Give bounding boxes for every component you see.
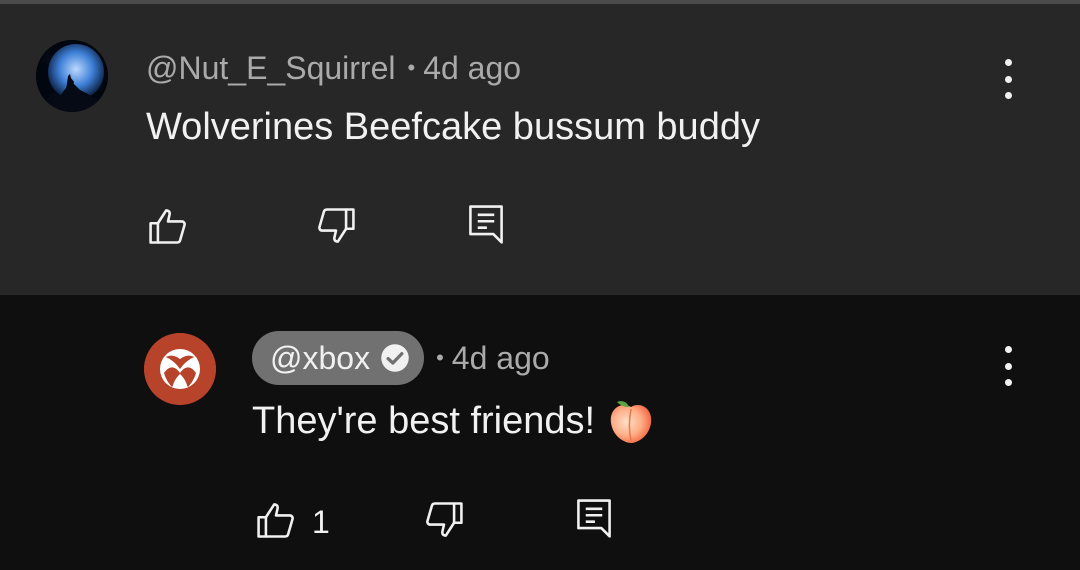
like-count: 1: [312, 504, 330, 540]
creator-handle-badge[interactable]: @xbox: [252, 331, 425, 385]
more-vert-icon[interactable]: [996, 59, 1020, 99]
thumbs-up-icon: [149, 209, 186, 244]
xbox-logo-icon: [144, 333, 216, 405]
author-handle[interactable]: @Nut_E_Squirrel: [146, 50, 395, 87]
more-vert-icon[interactable]: [996, 346, 1020, 386]
thumbs-down-icon: [426, 502, 463, 537]
dislike-button[interactable]: [314, 204, 358, 248]
like-button[interactable]: [146, 204, 190, 248]
author-handle: @xbox: [270, 339, 371, 376]
reply-icon: [469, 205, 503, 244]
thumbs-up-icon: [257, 503, 294, 538]
comment-header: @Nut_E_Squirrel • 4d ago: [146, 48, 521, 88]
comment-time[interactable]: 4d ago: [423, 50, 521, 87]
peach-emoji-icon: [610, 401, 652, 443]
separator-dot: •: [436, 345, 444, 370]
avatar[interactable]: [144, 333, 216, 405]
comment-text: Wolverines Beefcake bussum buddy: [146, 105, 760, 148]
reply-icon: [577, 499, 611, 538]
verified-check-icon: [381, 344, 409, 372]
wolf-moon-icon: [36, 40, 108, 112]
like-button[interactable]: [254, 498, 298, 542]
reply-text-row: They're best friends!: [252, 398, 655, 444]
avatar[interactable]: [36, 40, 108, 112]
comment-time[interactable]: 4d ago: [452, 340, 550, 377]
reply-button[interactable]: [572, 496, 616, 540]
dislike-button[interactable]: [422, 498, 466, 542]
reply-text: They're best friends!: [252, 399, 596, 442]
thumbs-down-icon: [318, 208, 355, 243]
reply-button[interactable]: [464, 202, 508, 246]
separator-dot: •: [407, 55, 416, 80]
reply-header: @xbox • 4d ago: [252, 331, 550, 385]
